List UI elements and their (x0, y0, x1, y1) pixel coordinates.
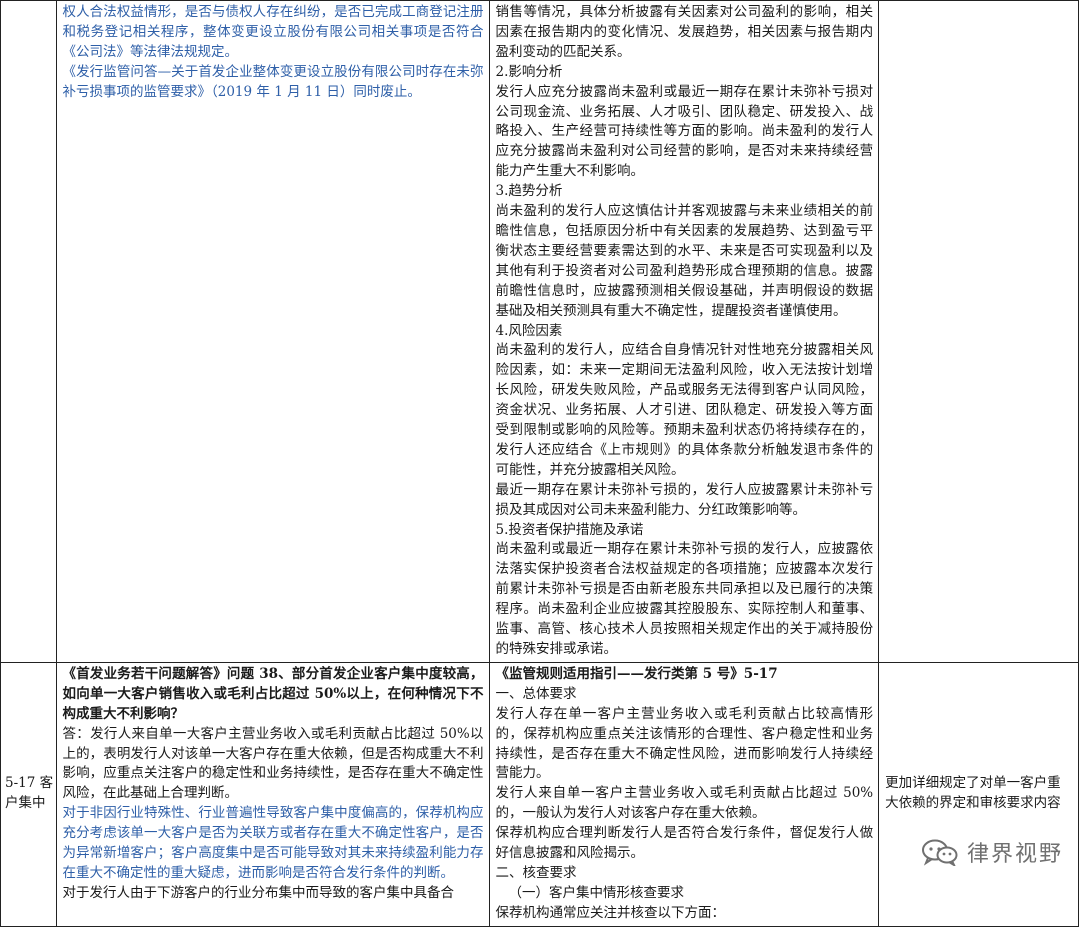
paragraph: 发行人存在单一客户主营业务收入或毛利贡献占比较高情形的，保荐机构应重点关注该情形… (495, 705, 874, 782)
row-label: 5-17 客户集中 (5, 775, 54, 812)
row-label-cell-empty (0, 0, 57, 663)
paragraph: 尚未盈利或最近一期存在累计未弥补亏损的发行人，应披露依法落实保护投资者合法权益规… (495, 541, 874, 657)
old-rule-cell: 权人合法权益情形，是否与债权人存在纠纷，是否已完成工商登记注册和税务登记相关程序… (55, 0, 490, 663)
table-row: 5-17 客户集中 《首发业务若干问题解答》问题 38、部分首发企业客户集中度较… (0, 661, 1079, 927)
note-cell-empty (878, 0, 1079, 663)
new-rule-cell: 《监管规则适用指引——发行类第 5 号》5-17 一、总体要求发行人存在单一客户主… (488, 661, 880, 927)
paragraph: 《首发业务若干问题解答》问题 38、部分首发企业客户集中度较高，如向单一大客户销… (62, 665, 484, 722)
paragraph: 尚未盈利的发行人，应结合自身情况针对性地充分披露相关风险因素，如：未来一定期间无… (495, 342, 874, 478)
paragraph: 发行人应充分披露尚未盈利或最近一期存在累计未弥补亏损对公司现金流、业务拓展、人才… (495, 83, 874, 180)
watermark: 律界视野 (921, 836, 1063, 868)
paragraph: 二、核查要求 (495, 864, 577, 881)
row-label-cell: 5-17 客户集中 (0, 661, 57, 927)
paragraph: 5.投资者保护措施及承诺 (495, 521, 644, 538)
paragraph: 发行人来自单一客户主营业务收入或毛利贡献占比超过 50%的，一般认为发行人对该客… (495, 785, 874, 822)
paragraph: 4.风险因素 (495, 322, 563, 339)
paragraph: 《发行监管问答—关于首发企业整体变更设立股份有限公司时存在未弥补亏损事项的监管要… (62, 63, 484, 100)
paragraph: 《监管规则适用指引——发行类第 5 号》5-17 (495, 665, 778, 682)
paragraph: 一、总体要求 (495, 685, 577, 702)
paragraph: 对于发行人由于下游客户的行业分布集中而导致的客户集中具备合 (62, 884, 455, 901)
paragraph: 最近一期存在累计未弥补亏损的，发行人应披露累计未弥补亏损及其成因对公司未来盈利能… (495, 481, 874, 518)
watermark-text: 律界视野 (966, 842, 1063, 867)
paragraph: 权人合法权益情形，是否与债权人存在纠纷，是否已完成工商登记注册和税务登记相关程序… (62, 4, 484, 60)
paragraph: 3.趋势分析 (495, 183, 563, 200)
wechat-icon (921, 838, 959, 868)
comparison-table: 权人合法权益情形，是否与债权人存在纠纷，是否已完成工商登记注册和税务登记相关程序… (0, 0, 1079, 927)
paragraph: 保荐机构通常应关注并核查以下方面： (495, 904, 726, 921)
new-rule-cell: 销售等情况，具体分析披露有关因素对公司盈利的影响，相关因素在报告期内的变化情况、… (488, 0, 880, 663)
table-row: 权人合法权益情形，是否与债权人存在纠纷，是否已完成工商登记注册和税务登记相关程序… (0, 0, 1079, 663)
paragraph: 销售等情况，具体分析披露有关因素对公司盈利的影响，相关因素在报告期内的变化情况、… (495, 4, 874, 60)
paragraph: 2.影响分析 (495, 63, 563, 80)
paragraph: （一）客户集中情形核查要求 (508, 884, 685, 901)
paragraph: 保荐机构应合理判断发行人是否符合发行条件，督促发行人做好信息披露和风险揭示。 (495, 825, 874, 862)
paragraph: 对于非因行业特殊性、行业普遍性导致客户集中度偏高的，保荐机构应充分考虑该单一大客… (62, 805, 484, 881)
note-cell: 更加详细规定了对单一客户重大依赖的界定和审核要求内容 (878, 661, 1079, 927)
paragraph: 答：发行人来自单一大客户主营业务收入或毛利贡献占比超过 50%以上的，表明发行人… (62, 725, 484, 802)
paragraph: 尚未盈利的发行人应这慎估计并客观披露与未来业绩相关的前瞻性信息，包括原因分析中有… (495, 203, 874, 319)
change-note: 更加详细规定了对单一客户重大依赖的界定和审核要求内容 (885, 775, 1061, 812)
old-rule-cell: 《首发业务若干问题解答》问题 38、部分首发企业客户集中度较高，如向单一大客户销… (55, 661, 490, 927)
